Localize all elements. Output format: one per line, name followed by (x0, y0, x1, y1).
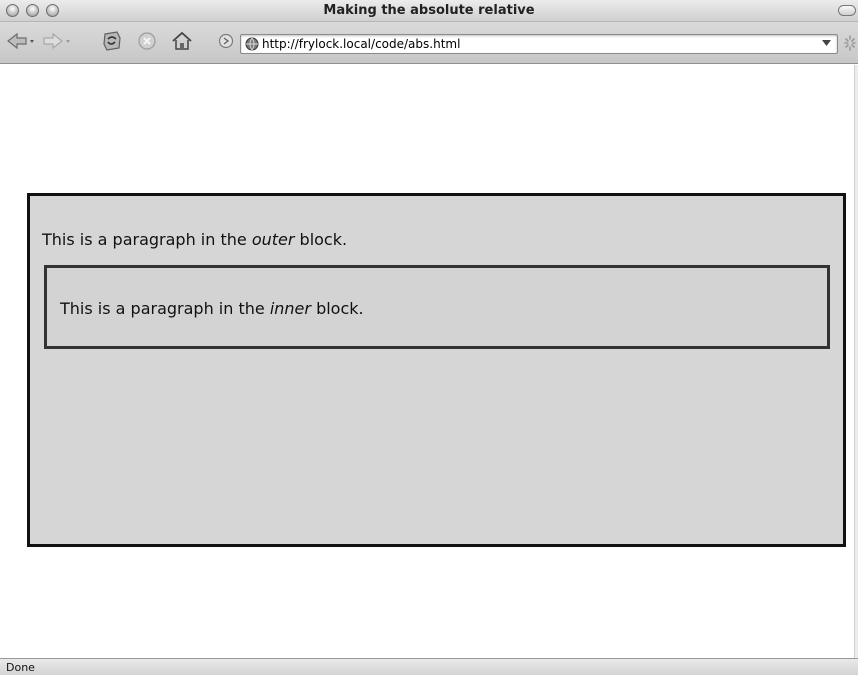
scrollbar-edge (854, 65, 858, 658)
url-text[interactable]: http://frylock.local/code/abs.html (262, 37, 460, 51)
inner-text-after: block. (310, 299, 364, 318)
outer-block: This is a paragraph in the outer block. … (27, 193, 846, 547)
outer-paragraph: This is a paragraph in the outer block. (42, 230, 347, 249)
forward-arrow-icon (43, 32, 70, 50)
status-bar: Done (0, 658, 858, 675)
inner-text-before: This is a paragraph in the (60, 299, 270, 318)
url-bar[interactable]: http://frylock.local/code/abs.html (240, 34, 838, 54)
browser-window: Making the absolute relative http://fryl… (0, 0, 858, 675)
reload-icon (103, 31, 121, 51)
stop-icon (138, 32, 156, 50)
go-icon[interactable] (218, 33, 234, 49)
inner-block: This is a paragraph in the inner block. (44, 265, 830, 349)
outer-emphasis: outer (251, 230, 295, 249)
page-content: This is a paragraph in the outer block. … (0, 65, 858, 658)
title-bar[interactable]: Making the absolute relative (0, 0, 858, 22)
outer-text-before: This is a paragraph in the (42, 230, 252, 249)
status-text: Done (6, 661, 35, 674)
dropdown-icon[interactable] (822, 39, 831, 47)
globe-icon (245, 37, 259, 51)
outer-text-after: block. (294, 230, 348, 249)
forward-button[interactable] (42, 30, 72, 52)
toolbar-toggle-button[interactable] (838, 5, 856, 16)
inner-paragraph: This is a paragraph in the inner block. (60, 299, 364, 318)
home-icon (172, 31, 192, 50)
back-button[interactable] (6, 30, 36, 52)
home-button[interactable] (170, 30, 194, 52)
stop-button[interactable] (136, 30, 158, 52)
throbber-icon (844, 35, 856, 51)
navigation-toolbar: http://frylock.local/code/abs.html (0, 22, 858, 64)
inner-emphasis: inner (269, 299, 311, 318)
window-title: Making the absolute relative (323, 3, 535, 18)
back-arrow-icon (7, 32, 34, 50)
reload-button[interactable] (100, 30, 124, 52)
